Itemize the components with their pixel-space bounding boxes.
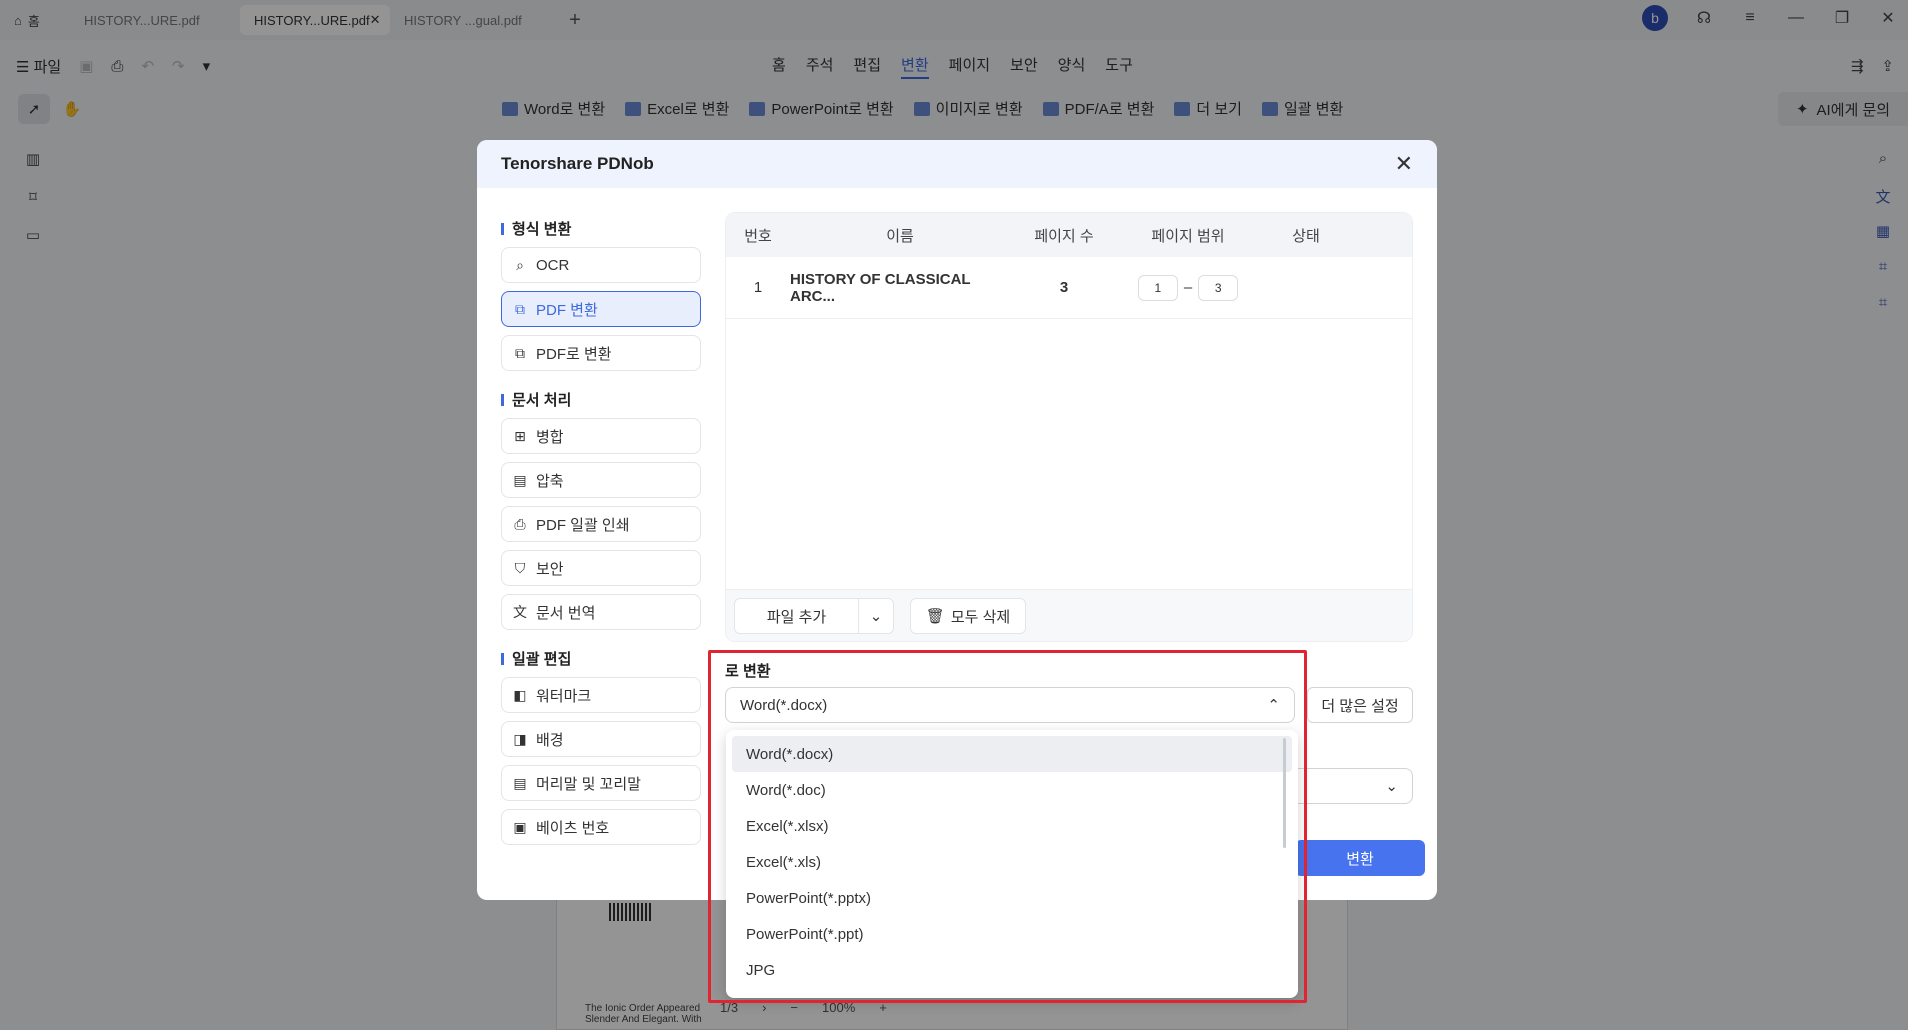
header-footer-icon: ▤	[513, 774, 527, 791]
convert-button[interactable]: 변환	[1295, 840, 1425, 876]
to-pdf-icon: ⧉	[515, 344, 525, 361]
sidebar-item-label: 머리말 및 꼬리말	[536, 775, 641, 793]
pdf-convert-icon: ⧉	[515, 300, 525, 317]
format-option-xlsx[interactable]: Excel(*.xlsx)	[732, 808, 1292, 844]
range-to-input[interactable]: 3	[1198, 274, 1239, 301]
column-header: 번호	[744, 227, 772, 245]
watermark-icon: ◧	[513, 686, 527, 703]
sidebar-item-label: PDF로 변환	[536, 345, 612, 363]
sidebar-item-batch-print[interactable]: ⎙ PDF 일괄 인쇄	[501, 506, 701, 542]
sidebar-item-label: 병합	[536, 428, 564, 446]
sidebar-item-label: 문서 번역	[536, 604, 596, 622]
trash-icon: 🗑	[925, 608, 945, 625]
translate-icon: 文	[513, 604, 527, 620]
sidebar-item-watermark[interactable]: ◧ 워터마크	[501, 677, 701, 713]
table-row[interactable]: 1 HISTORY OF CLASSICAL ARC... 3 1 – 3	[726, 257, 1412, 319]
column-header: 이름	[886, 227, 914, 245]
sidebar-item-merge[interactable]: ⊞ 병합	[501, 418, 701, 454]
format-option-ppt[interactable]: PowerPoint(*.ppt)	[732, 916, 1292, 952]
sidebar-item-label: PDF 일괄 인쇄	[536, 516, 630, 534]
sidebar-item-label: 배경	[536, 731, 564, 749]
shield-icon: ⛉	[514, 559, 526, 576]
sidebar-item-ocr[interactable]: ⌕ OCR	[501, 247, 701, 283]
format-select[interactable]: Word(*.docx) ⌃	[725, 687, 1295, 723]
convert-to-label: 로 변환	[725, 663, 771, 680]
file-name: HISTORY OF CLASSICAL ARC...	[790, 270, 971, 305]
format-option-doc[interactable]: Word(*.doc)	[732, 772, 1292, 808]
chevron-down-icon: ⌄	[1385, 778, 1398, 795]
column-header: 상태	[1292, 227, 1320, 245]
print-icon: ⎙	[514, 515, 526, 532]
sidebar-item-label: PDF 변환	[536, 301, 598, 319]
section-document-processing: 문서 처리	[501, 389, 701, 410]
sidebar-item-label: 워터마크	[536, 687, 592, 705]
section-batch-edit: 일괄 편집	[501, 648, 701, 669]
sidebar-item-translate[interactable]: 文 문서 번역	[501, 594, 701, 630]
ocr-icon: ⌕	[516, 256, 524, 273]
column-header: 페이지 수	[1034, 227, 1094, 245]
add-file-button[interactable]: 파일 추가 ⌄	[734, 598, 894, 634]
sidebar-item-label: 베이츠 번호	[536, 819, 610, 837]
file-table: 번호 이름 페이지 수 페이지 범위 상태 1 HISTORY OF CLASS…	[725, 212, 1413, 642]
chevron-down-icon[interactable]: ⌄	[859, 607, 893, 625]
format-option-xls[interactable]: Excel(*.xls)	[732, 844, 1292, 880]
row-number: 1	[753, 279, 763, 296]
range-from-input[interactable]: 1	[1137, 274, 1178, 301]
sidebar-item-label: 압축	[536, 472, 564, 490]
selected-format: Word(*.docx)	[740, 696, 828, 714]
compress-icon: ▤	[513, 471, 527, 488]
delete-all-label: 모두 삭제	[950, 608, 1011, 626]
range-separator: –	[1183, 279, 1193, 296]
sidebar-item-bates[interactable]: ▣ 베이츠 번호	[501, 809, 701, 845]
close-icon[interactable]: ✕	[1395, 151, 1413, 177]
page-range: 1 – 3	[1118, 274, 1258, 301]
dialog-header: Tenorshare PDNob ✕	[477, 140, 1437, 188]
section-format-convert: 형식 변환	[501, 218, 701, 239]
table-header: 번호 이름 페이지 수 페이지 범위 상태	[726, 213, 1412, 257]
chevron-up-icon: ⌃	[1267, 697, 1280, 714]
dropdown-scrollbar[interactable]	[1283, 738, 1286, 848]
sidebar-item-label: 보안	[536, 560, 564, 578]
sidebar-item-security[interactable]: ⛉ 보안	[501, 550, 701, 586]
add-file-label: 파일 추가	[735, 599, 859, 633]
secondary-select[interactable]: ⌄	[1295, 768, 1413, 804]
format-option-jpg[interactable]: JPG	[732, 952, 1292, 988]
sidebar-item-pdf-convert[interactable]: ⧉ PDF 변환	[501, 291, 701, 327]
dialog-title: Tenorshare PDNob	[501, 154, 654, 173]
merge-icon: ⊞	[514, 427, 526, 444]
delete-all-button[interactable]: 🗑 모두 삭제	[910, 598, 1026, 634]
sidebar-item-label: OCR	[536, 256, 570, 274]
sidebar-item-background[interactable]: ◨ 배경	[501, 721, 701, 757]
sidebar-item-compress[interactable]: ▤ 압축	[501, 462, 701, 498]
format-option-docx[interactable]: Word(*.docx)	[732, 736, 1292, 772]
format-dropdown: Word(*.docx) Word(*.doc) Excel(*.xlsx) E…	[726, 730, 1298, 998]
more-settings-button[interactable]: 더 많은 설정	[1307, 687, 1413, 723]
table-footer: 파일 추가 ⌄ 🗑 모두 삭제	[726, 589, 1412, 641]
background-icon: ◨	[513, 730, 527, 747]
sidebar-item-header-footer[interactable]: ▤ 머리말 및 꼬리말	[501, 765, 701, 801]
format-option-pptx[interactable]: PowerPoint(*.pptx)	[732, 880, 1292, 916]
page-count: 3	[1059, 279, 1069, 296]
dialog-sidebar: 형식 변환 ⌕ OCR ⧉ PDF 변환 ⧉ PDF로 변환 문서 처리 ⊞ 병합 ▤ 압…	[501, 212, 701, 853]
sidebar-item-to-pdf[interactable]: ⧉ PDF로 변환	[501, 335, 701, 371]
column-header: 페이지 범위	[1151, 227, 1225, 245]
bates-icon: ▣	[513, 818, 527, 835]
